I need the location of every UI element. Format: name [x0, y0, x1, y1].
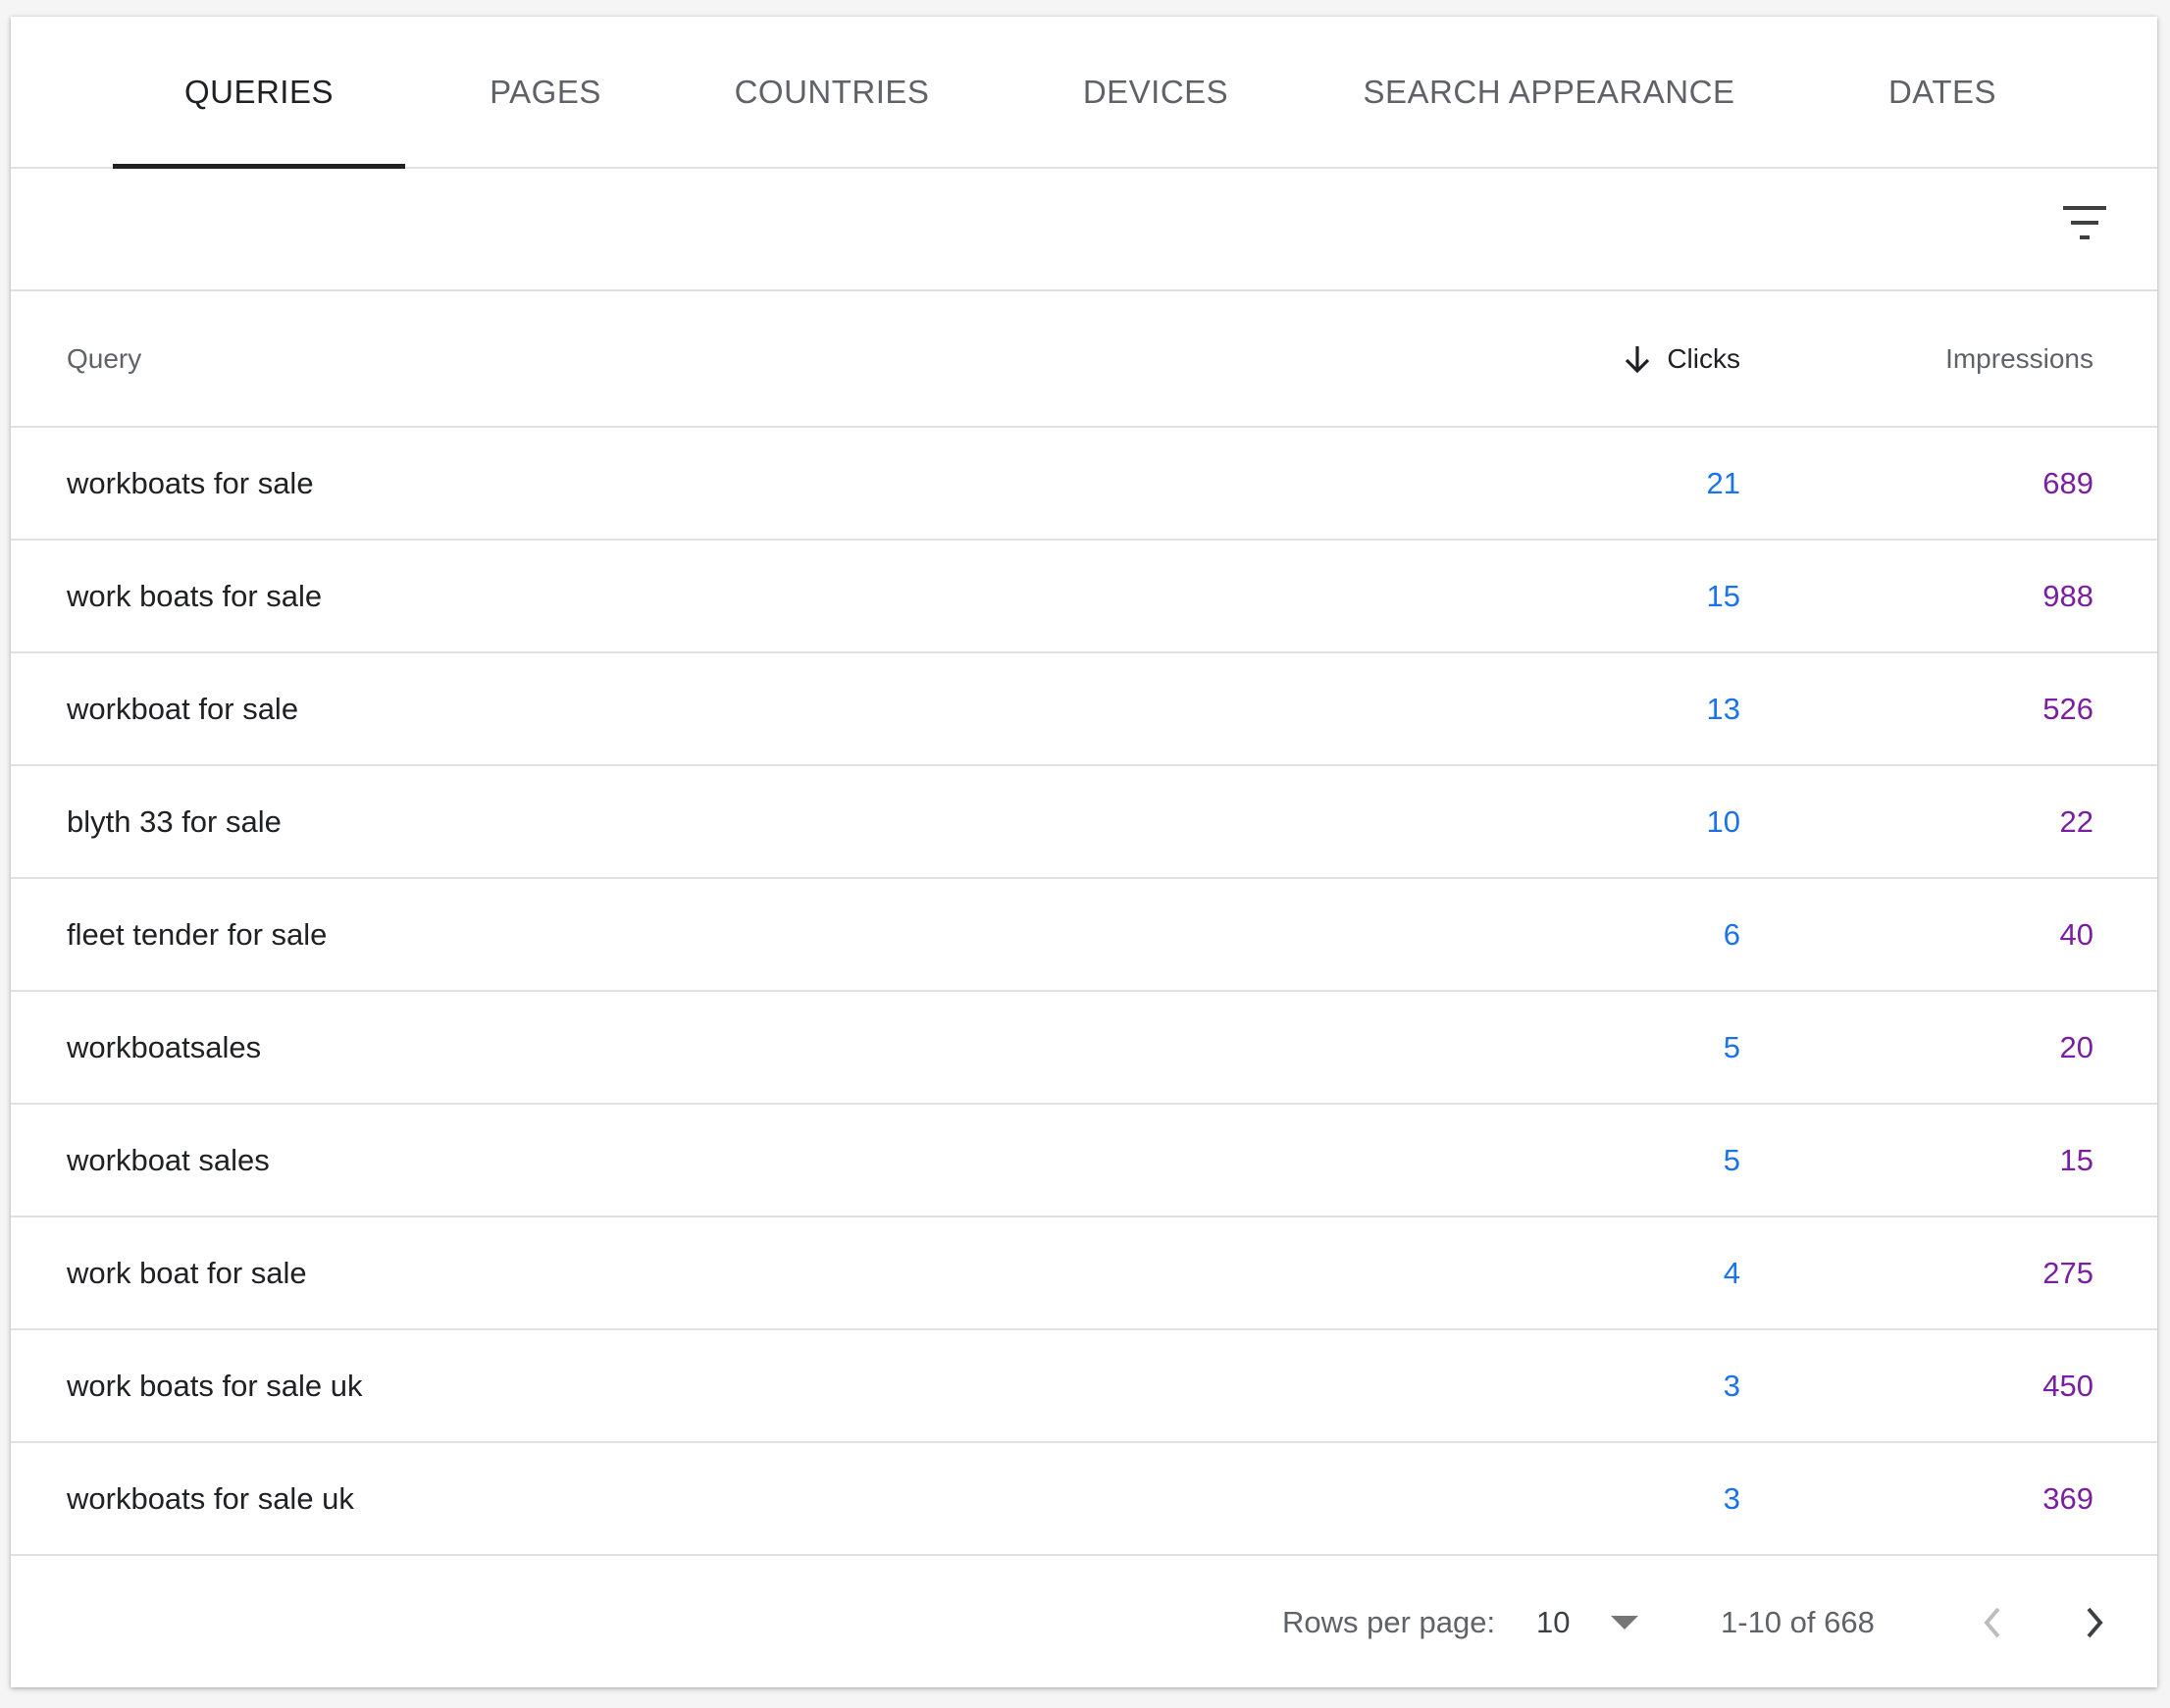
query-cell: workboat sales	[67, 1143, 270, 1177]
tab-label: DATES	[1887, 73, 1997, 110]
filter-icon[interactable]	[2059, 204, 2110, 243]
query-cell: blyth 33 for sale	[67, 804, 282, 839]
dropdown-caret-icon	[1611, 1615, 1639, 1630]
query-cell: workboats for sale	[67, 466, 314, 500]
impressions-cell: 15	[2059, 1143, 2093, 1177]
table-row[interactable]: work boat for sale 4 275	[11, 1217, 2157, 1330]
chevron-left-icon	[1984, 1607, 2000, 1638]
table-body: workboats for sale 21 689 work boats for sa…	[11, 428, 2157, 1556]
clicks-cell: 5	[1723, 1143, 1740, 1177]
impressions-cell: 275	[2042, 1256, 2093, 1290]
tab-countries[interactable]: COUNTRIES	[719, 17, 945, 167]
table-row[interactable]: workboat sales 5 15	[11, 1105, 2157, 1217]
impressions-cell: 526	[2042, 692, 2093, 726]
query-cell: work boat for sale	[67, 1256, 307, 1290]
tab-pages[interactable]: PAGES	[464, 17, 627, 167]
pagination-footer: Rows per page: 10 1-10 of 668	[11, 1556, 2157, 1687]
table-row[interactable]: work boats for sale 15 988	[11, 541, 2157, 653]
chevron-right-icon	[2087, 1607, 2103, 1638]
impressions-cell: 988	[2042, 579, 2093, 613]
pagination-range: 1-10 of 668	[1721, 1605, 1875, 1639]
rows-per-page-select[interactable]: 10	[1536, 1556, 1639, 1687]
dimension-tabs: QUERIES PAGES COUNTRIES DEVICES SEARCH A…	[11, 17, 2157, 169]
tab-search-appearance[interactable]: SEARCH APPEARANCE	[1357, 17, 1741, 167]
tab-dates[interactable]: DATES	[1859, 17, 2026, 167]
tab-label: DEVICES	[1082, 73, 1229, 110]
tab-label: PAGES	[490, 73, 601, 110]
impressions-cell: 369	[2042, 1481, 2093, 1516]
query-cell: fleet tender for sale	[67, 917, 328, 952]
column-header-clicks[interactable]: Clicks	[1624, 291, 1740, 426]
clicks-cell: 5	[1723, 1030, 1740, 1064]
query-cell: workboat for sale	[67, 692, 299, 726]
clicks-cell: 4	[1723, 1256, 1740, 1290]
impressions-cell: 450	[2042, 1369, 2093, 1403]
table-row[interactable]: work boats for sale uk 3 450	[11, 1330, 2157, 1443]
table-row[interactable]: workboats for sale 21 689	[11, 428, 2157, 541]
impressions-cell: 20	[2059, 1030, 2093, 1064]
table-row[interactable]: workboats for sale uk 3 369	[11, 1443, 2157, 1556]
impressions-cell: 689	[2042, 466, 2093, 500]
table-row[interactable]: fleet tender for sale 6 40	[11, 879, 2157, 992]
clicks-cell: 21	[1706, 466, 1740, 500]
arrow-down-icon	[1626, 345, 1650, 373]
tab-label: QUERIES	[183, 73, 335, 110]
query-cell: work boats for sale	[67, 579, 323, 613]
query-cell: workboatsales	[67, 1030, 262, 1064]
tab-label: COUNTRIES	[734, 73, 930, 110]
clicks-cell: 13	[1706, 692, 1740, 726]
column-header-impressions[interactable]: Impressions	[1945, 291, 2093, 426]
table-header: Query Clicks Impressions	[11, 291, 2157, 428]
filter-bar	[11, 169, 2157, 291]
impressions-cell: 22	[2059, 804, 2093, 839]
table-row[interactable]: blyth 33 for sale 10 22	[11, 766, 2157, 879]
tab-queries[interactable]: QUERIES	[113, 17, 405, 169]
tab-devices[interactable]: DEVICES	[1055, 17, 1257, 167]
tab-label: SEARCH APPEARANCE	[1363, 73, 1735, 110]
next-page-button[interactable]	[2077, 1601, 2112, 1644]
clicks-cell: 10	[1706, 804, 1740, 839]
table-row[interactable]: workboatsales 5 20	[11, 992, 2157, 1105]
query-cell: work boats for sale uk	[67, 1369, 363, 1403]
impressions-cell: 40	[2059, 917, 2093, 952]
previous-page-button[interactable]	[1975, 1601, 2010, 1644]
clicks-cell: 15	[1706, 579, 1740, 613]
performance-table-card: QUERIES PAGES COUNTRIES DEVICES SEARCH A…	[11, 17, 2157, 1687]
table-row[interactable]: workboat for sale 13 526	[11, 653, 2157, 766]
column-header-query[interactable]: Query	[67, 291, 141, 426]
clicks-cell: 3	[1723, 1369, 1740, 1403]
query-cell: workboats for sale uk	[67, 1481, 354, 1516]
clicks-header-label: Clicks	[1667, 342, 1740, 374]
rows-per-page-value: 10	[1536, 1604, 1571, 1639]
clicks-cell: 3	[1723, 1481, 1740, 1516]
clicks-cell: 6	[1723, 917, 1740, 952]
rows-per-page-label: Rows per page:	[1282, 1605, 1496, 1639]
